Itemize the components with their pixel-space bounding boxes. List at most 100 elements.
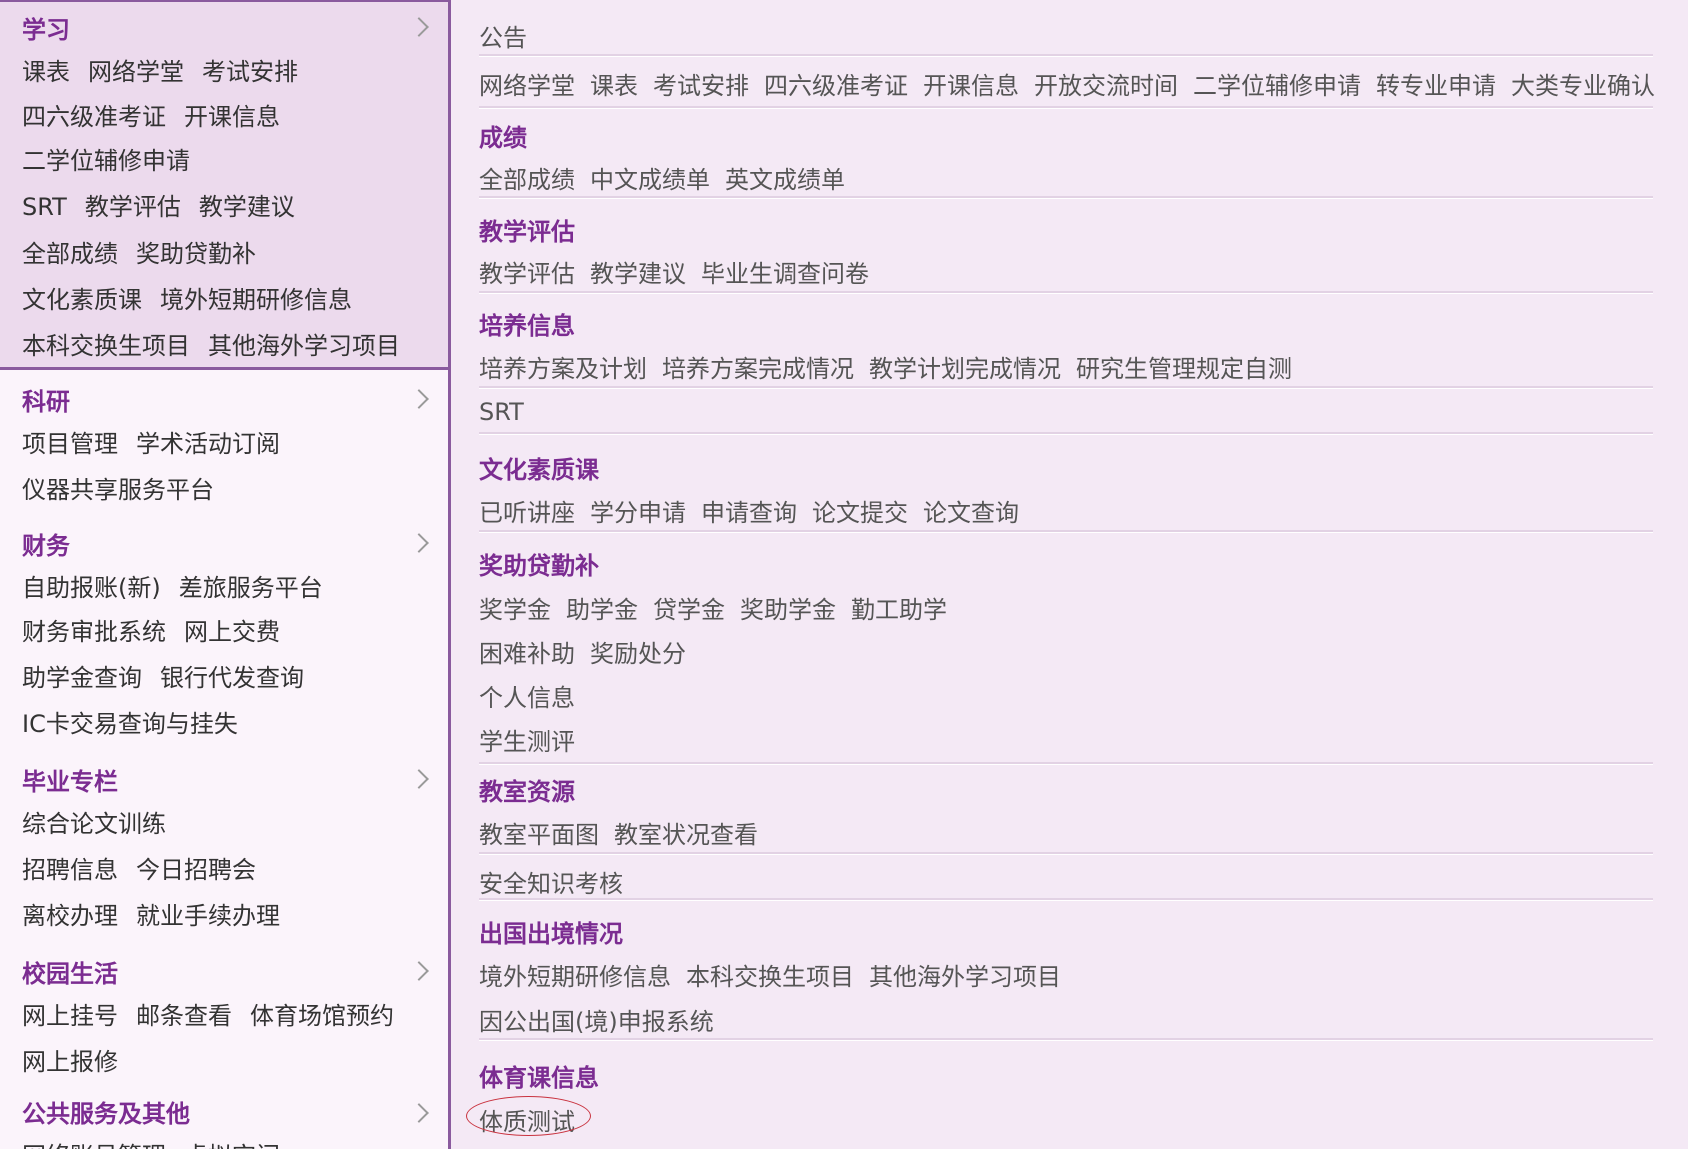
sidebar-row: SRT 教学评估 教学建议 xyxy=(22,187,313,221)
sidebar-row: 文化素质课 境外短期研修信息 xyxy=(22,280,370,314)
content-link[interactable]: 个人信息 xyxy=(479,684,575,712)
sidebar-link[interactable]: 课表 xyxy=(22,58,70,86)
sidebar-link[interactable]: 邮条查看 xyxy=(136,1002,232,1030)
content-link[interactable]: 奖学金 xyxy=(479,596,551,624)
chevron-right-icon[interactable] xyxy=(409,17,429,37)
sidebar-section-title[interactable]: 毕业专栏 xyxy=(22,762,118,797)
content-link[interactable]: 公告 xyxy=(479,24,527,52)
content-link[interactable]: 转专业申请 xyxy=(1376,72,1496,100)
content-link[interactable]: 勤工助学 xyxy=(851,596,947,624)
chevron-right-icon[interactable] xyxy=(409,389,429,409)
content-link[interactable]: 网络学堂 xyxy=(479,72,575,100)
sidebar-section-2: 财务自助报账(新) 差旅服务平台 财务审批系统 网上交费助学金查询 银行代发查询 IC卡交… xyxy=(0,516,448,746)
sidebar-link[interactable]: 招聘信息 xyxy=(22,856,118,884)
content-link[interactable]: 奖助学金 xyxy=(740,596,836,624)
sidebar-link[interactable]: 网上交费 xyxy=(184,618,280,646)
content-row: 教室平面图 教室状况查看 xyxy=(479,815,773,849)
content-link[interactable]: 开放交流时间 xyxy=(1034,72,1178,100)
highlighted-link[interactable]: 体质测试 xyxy=(466,1096,591,1137)
content-link[interactable]: 学分申请 xyxy=(590,499,686,527)
sidebar-link[interactable]: 教学建议 xyxy=(199,193,295,221)
sidebar-link[interactable]: IC卡交易查询与挂失 xyxy=(22,710,238,738)
content-link[interactable]: 教室平面图 xyxy=(479,821,599,849)
chevron-right-icon[interactable] xyxy=(409,1103,429,1123)
sidebar-row: 课表 网络学堂 考试安排 xyxy=(22,52,316,86)
content-link[interactable]: 培养方案完成情况 xyxy=(662,355,854,383)
content-link[interactable]: 大类专业确认 xyxy=(1511,72,1655,100)
sidebar-link[interactable]: 网上报修 xyxy=(22,1048,118,1076)
content-link[interactable]: 毕业生调查问卷 xyxy=(701,260,869,288)
content-link[interactable]: 论文查询 xyxy=(923,499,1019,527)
content-link[interactable]: 研究生管理规定自测 xyxy=(1076,355,1292,383)
sidebar-link[interactable]: 学术活动订阅 xyxy=(136,430,280,458)
chevron-right-icon[interactable] xyxy=(409,769,429,789)
sidebar-link[interactable]: 其他海外学习项目 xyxy=(208,332,400,360)
content-link[interactable]: 助学金 xyxy=(566,596,638,624)
content-link[interactable]: 考试安排 xyxy=(653,72,749,100)
content-link[interactable]: 本科交换生项目 xyxy=(686,963,854,991)
content-link[interactable]: 困难补助 xyxy=(479,640,575,668)
content-link[interactable]: 培养方案及计划 xyxy=(479,355,647,383)
content-link[interactable]: 论文提交 xyxy=(812,499,908,527)
sidebar-link[interactable]: 考试安排 xyxy=(202,58,298,86)
content-link[interactable]: 教室状况查看 xyxy=(614,821,758,849)
sidebar-link[interactable]: 境外短期研修信息 xyxy=(160,286,352,314)
sidebar-link[interactable]: 自助报账(新) xyxy=(22,574,161,602)
sidebar-link[interactable]: 网络学堂 xyxy=(88,58,184,86)
sidebar-link[interactable]: 就业手续办理 xyxy=(136,902,280,930)
chevron-right-icon[interactable] xyxy=(409,961,429,981)
content-row: SRT xyxy=(479,398,539,432)
sidebar-link[interactable]: SRT xyxy=(22,193,67,221)
content-link[interactable]: 申请查询 xyxy=(701,499,797,527)
sidebar-link[interactable]: 离校办理 xyxy=(22,902,118,930)
sidebar-link[interactable]: 差旅服务平台 xyxy=(179,574,323,602)
sidebar-link[interactable]: 文化素质课 xyxy=(22,286,142,314)
content-link[interactable]: 教学评估 xyxy=(479,260,575,288)
sidebar-link[interactable]: 综合论文训练 xyxy=(22,810,166,838)
sidebar-link[interactable]: 助学金查询 xyxy=(22,664,142,692)
sidebar-link[interactable]: 网络账号管理 xyxy=(22,1142,166,1149)
content-link[interactable]: 四六级准考证 xyxy=(764,72,908,100)
sidebar-section-title[interactable]: 财务 xyxy=(22,526,70,561)
content-link[interactable]: 奖励处分 xyxy=(590,640,686,668)
sidebar-link[interactable]: 网上挂号 xyxy=(22,1002,118,1030)
sidebar-link[interactable]: 今日招聘会 xyxy=(136,856,256,884)
sidebar-row: 全部成绩 奖助贷勤补 xyxy=(22,234,274,268)
sidebar-link[interactable]: 奖助贷勤补 xyxy=(136,240,256,268)
sidebar: 学习课表 网络学堂 考试安排四六级准考证 开课信息二学位辅修申请 SRT 教学评估 教学建议… xyxy=(0,0,448,1149)
content-link[interactable]: 贷学金 xyxy=(653,596,725,624)
sidebar-link[interactable]: 本科交换生项目 xyxy=(22,332,190,360)
sidebar-link[interactable]: 四六级准考证 xyxy=(22,103,166,131)
content-link[interactable]: 开课信息 xyxy=(923,72,1019,100)
sidebar-section-title[interactable]: 学习 xyxy=(22,10,70,45)
sidebar-link[interactable]: 财务审批系统 xyxy=(22,618,166,646)
sidebar-link[interactable]: 银行代发查询 xyxy=(160,664,304,692)
content-link[interactable]: 教学建议 xyxy=(590,260,686,288)
sidebar-link[interactable]: 教学评估 xyxy=(85,193,181,221)
sidebar-section-title[interactable]: 科研 xyxy=(22,382,70,417)
sidebar-link[interactable]: 体育场馆预约 xyxy=(250,1002,394,1030)
content-row: 个人信息 xyxy=(479,678,590,712)
sidebar-link[interactable]: 项目管理 xyxy=(22,430,118,458)
content-link[interactable]: 已听讲座 xyxy=(479,499,575,527)
content-link[interactable]: 英文成绩单 xyxy=(725,166,845,194)
content-link[interactable]: 中文成绩单 xyxy=(590,166,710,194)
content-link[interactable]: 二学位辅修申请 xyxy=(1193,72,1361,100)
sidebar-section-title[interactable]: 公共服务及其他 xyxy=(22,1094,190,1129)
content-link[interactable]: 学生测评 xyxy=(479,728,575,756)
content-link[interactable]: 全部成绩 xyxy=(479,166,575,194)
content-link[interactable]: 课表 xyxy=(590,72,638,100)
sidebar-link[interactable]: 全部成绩 xyxy=(22,240,118,268)
content-link[interactable]: SRT xyxy=(479,398,524,426)
content-link[interactable]: 境外短期研修信息 xyxy=(479,963,671,991)
content-link[interactable]: 因公出国(境)申报系统 xyxy=(479,1008,714,1036)
sidebar-link[interactable]: 仪器共享服务平台 xyxy=(22,476,214,504)
content-link[interactable]: 安全知识考核 xyxy=(479,870,623,898)
sidebar-link[interactable]: 开课信息 xyxy=(184,103,280,131)
sidebar-section-title[interactable]: 校园生活 xyxy=(22,954,118,989)
content-link[interactable]: 教学计划完成情况 xyxy=(869,355,1061,383)
sidebar-link[interactable]: 虚拟空间 xyxy=(184,1142,280,1149)
chevron-right-icon[interactable] xyxy=(409,533,429,553)
sidebar-link[interactable]: 二学位辅修申请 xyxy=(22,147,190,175)
content-link[interactable]: 其他海外学习项目 xyxy=(869,963,1061,991)
